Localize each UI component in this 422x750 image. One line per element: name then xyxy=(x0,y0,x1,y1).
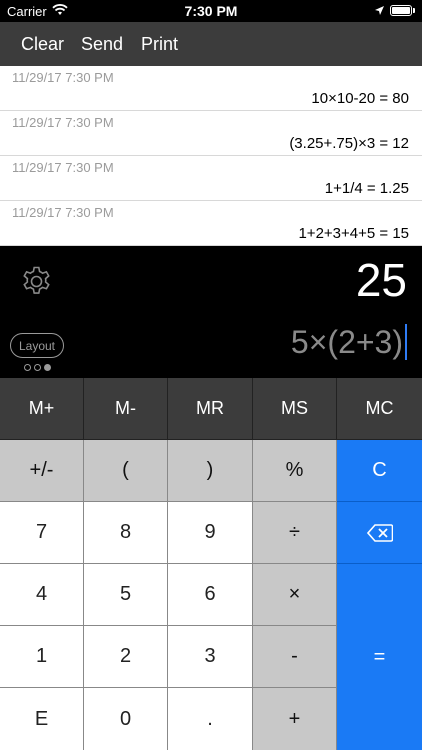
minus-key[interactable]: - xyxy=(253,626,337,688)
digit-2-key[interactable]: 2 xyxy=(84,626,168,688)
history-row[interactable]: 11/29/17 7:30 PM 1+2+3+4+5 = 15 xyxy=(0,201,422,246)
history-row[interactable]: 11/29/17 7:30 PM (3.25+.75)×3 = 12 xyxy=(0,111,422,156)
calculator-display: 25 Layout 5×(2+3) xyxy=(0,246,422,378)
history-expression: (3.25+.75)×3 = 12 xyxy=(289,135,409,152)
mc-key[interactable]: MC xyxy=(337,378,422,440)
left-paren-key[interactable]: ( xyxy=(84,440,168,502)
page-dot-active xyxy=(44,364,51,371)
mr-key[interactable]: MR xyxy=(168,378,253,440)
e-key[interactable]: E xyxy=(0,688,84,750)
multiply-key[interactable]: × xyxy=(253,564,337,626)
expression-input[interactable]: 5×(2+3) xyxy=(291,324,407,361)
m-plus-key[interactable]: M+ xyxy=(0,378,84,440)
backspace-icon xyxy=(366,523,393,542)
expression-text: 5×(2+3) xyxy=(290,324,403,360)
digit-0-key[interactable]: 0 xyxy=(84,688,168,750)
digit-8-key[interactable]: 8 xyxy=(84,502,168,564)
history-expression: 10×10-20 = 80 xyxy=(311,90,409,107)
gear-icon[interactable] xyxy=(20,265,53,298)
digit-3-key[interactable]: 3 xyxy=(168,626,253,688)
history-list: 11/29/17 7:30 PM 10×10-20 = 80 11/29/17 … xyxy=(0,66,422,246)
location-icon xyxy=(374,4,385,19)
page-dot xyxy=(24,364,31,371)
history-timestamp: 11/29/17 7:30 PM xyxy=(12,115,114,130)
battery-tip xyxy=(413,8,415,13)
clear-button[interactable]: Clear xyxy=(21,34,64,55)
history-timestamp: 11/29/17 7:30 PM xyxy=(12,205,114,220)
clear-key[interactable]: C xyxy=(337,440,422,502)
send-button[interactable]: Send xyxy=(81,34,123,55)
divide-key[interactable]: ÷ xyxy=(253,502,337,564)
history-expression: 1+2+3+4+5 = 15 xyxy=(298,225,409,242)
result-display: 25 xyxy=(355,254,407,306)
toolbar: Clear Send Print xyxy=(0,22,422,66)
history-timestamp: 11/29/17 7:30 PM xyxy=(12,160,114,175)
percent-key[interactable]: % xyxy=(253,440,337,502)
m-minus-key[interactable]: M- xyxy=(84,378,168,440)
battery-icon xyxy=(390,5,412,16)
digit-1-key[interactable]: 1 xyxy=(0,626,84,688)
history-timestamp: 11/29/17 7:30 PM xyxy=(12,70,114,85)
plus-key[interactable]: + xyxy=(253,688,337,750)
digit-6-key[interactable]: 6 xyxy=(168,564,253,626)
page-dot xyxy=(34,364,41,371)
digit-5-key[interactable]: 5 xyxy=(84,564,168,626)
equals-key[interactable]: = xyxy=(337,564,422,750)
digit-7-key[interactable]: 7 xyxy=(0,502,84,564)
print-button[interactable]: Print xyxy=(141,34,178,55)
digit-4-key[interactable]: 4 xyxy=(0,564,84,626)
keypad: M+ M- MR MS MC +/- ( ) % C 7 8 9 ÷ 4 5 6… xyxy=(0,378,422,750)
plus-minus-key[interactable]: +/- xyxy=(0,440,84,502)
history-row[interactable]: 11/29/17 7:30 PM 10×10-20 = 80 xyxy=(0,66,422,111)
digit-9-key[interactable]: 9 xyxy=(168,502,253,564)
right-paren-key[interactable]: ) xyxy=(168,440,253,502)
history-row[interactable]: 11/29/17 7:30 PM 1+1/4 = 1.25 xyxy=(0,156,422,201)
decimal-key[interactable]: . xyxy=(168,688,253,750)
text-cursor xyxy=(405,324,407,360)
status-bar: Carrier 7:30 PM xyxy=(0,0,422,22)
backspace-key[interactable] xyxy=(337,502,422,564)
layout-button[interactable]: Layout xyxy=(10,333,64,358)
ms-key[interactable]: MS xyxy=(253,378,337,440)
history-expression: 1+1/4 = 1.25 xyxy=(324,180,409,197)
status-time: 7:30 PM xyxy=(184,3,238,19)
